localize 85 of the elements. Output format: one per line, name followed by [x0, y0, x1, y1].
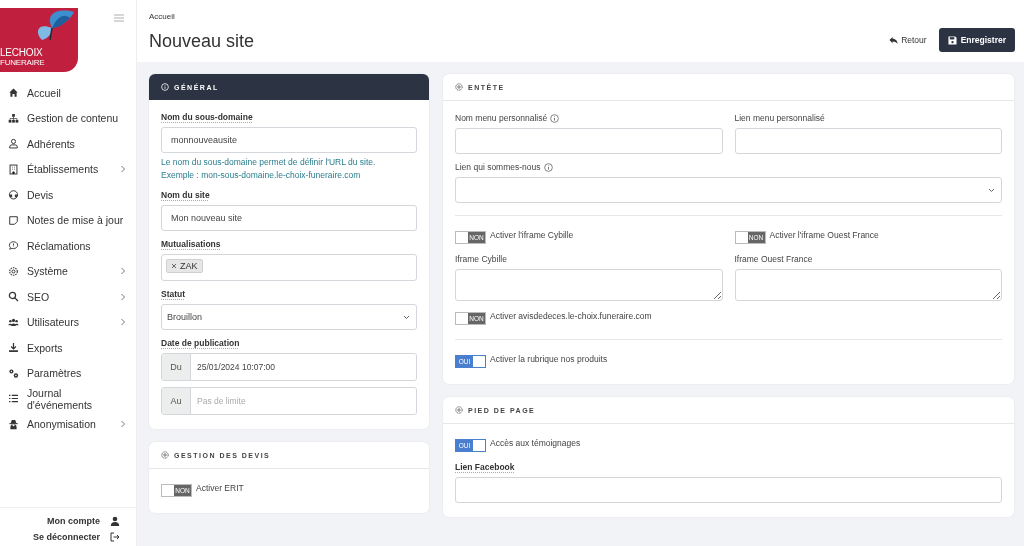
headset-icon [8, 189, 19, 201]
sidebar-item[interactable]: Devis [0, 182, 136, 208]
info-icon [543, 162, 553, 172]
chevron-right-icon [120, 292, 126, 301]
toggle-label: Activer avisdedeces.le-choix.funeraire.com [490, 311, 652, 321]
text-area[interactable] [734, 269, 1002, 301]
chevron-down-icon [403, 314, 410, 320]
chevron-right-icon [120, 267, 126, 276]
select-field[interactable] [455, 177, 1002, 203]
account-link[interactable]: Mon compte [47, 516, 120, 526]
field-label: Iframe Cybille [455, 254, 508, 264]
select-field[interactable]: Brouillon [161, 304, 417, 330]
text-field[interactable]: monnouveausite [161, 127, 417, 153]
toggle-label: Activer la rubrique nos produits [490, 354, 608, 364]
breadcrumb[interactable]: Accueil [149, 12, 255, 21]
back-button[interactable]: Retour [889, 35, 927, 45]
sidebar-item[interactable]: Paramètres [0, 360, 136, 386]
field-label: Statut [161, 289, 187, 299]
sidebar-item[interactable]: Journal d'événements [0, 386, 136, 412]
sitemap-icon [8, 112, 19, 124]
menu-icon[interactable] [114, 14, 124, 22]
text-field[interactable] [455, 128, 723, 154]
gear-icon [455, 406, 463, 414]
field-label: Date de publication [161, 338, 241, 348]
reply-arrow-icon [889, 35, 899, 45]
help-text: Le nom du sous-domaine permet de définir l'URL du site. [161, 156, 377, 169]
sidebar-item[interactable]: Système [0, 258, 136, 284]
field-label: Nom du site [161, 190, 211, 200]
note-icon [8, 214, 19, 226]
download-icon [8, 342, 19, 354]
sidebar-item[interactable]: SEO [0, 284, 136, 310]
logout-icon [110, 532, 120, 542]
sidebar-item[interactable]: Établissements [0, 156, 136, 182]
field-label: Nom du sous-domaine [161, 112, 254, 122]
tag-chip[interactable]: ZAK [166, 259, 203, 273]
chevron-right-icon [120, 420, 126, 429]
sidebar-item[interactable]: Accueil [0, 80, 136, 106]
logout-link[interactable]: Se déconnecter [32, 532, 120, 542]
gear-icon [8, 265, 19, 277]
gears-icon [8, 367, 19, 379]
chevron-right-icon [120, 165, 126, 174]
info-icon [161, 83, 169, 91]
text-field[interactable] [734, 128, 1002, 154]
chevron-right-icon [120, 318, 126, 327]
chevron-down-icon [988, 187, 995, 193]
text-area[interactable] [455, 269, 723, 301]
info-icon [550, 113, 560, 123]
date-field[interactable]: Du 25/01/2024 10:07:00 [161, 353, 417, 381]
sidebar-item[interactable]: Réclamations [0, 233, 136, 259]
sidebar-item[interactable]: Notes de mise à jour [0, 207, 136, 233]
user-icon [8, 138, 19, 150]
field-label: Mutualisations [161, 239, 222, 249]
field-label: Iframe Ouest France [734, 254, 814, 264]
tag-field[interactable]: ZAK [161, 254, 417, 281]
sidebar-item[interactable]: Exports [0, 335, 136, 361]
toggle-label: Activer l'iframe Ouest France [769, 230, 879, 240]
users-icon [8, 316, 19, 328]
list-icon [8, 393, 19, 405]
field-label: Lien qui sommes-nous [455, 162, 1002, 172]
remove-icon[interactable] [171, 263, 177, 269]
field-label: Lien Facebook [455, 462, 516, 472]
date-field[interactable]: Au Pas de limite [161, 387, 417, 415]
sidebar-item[interactable]: Utilisateurs [0, 309, 136, 335]
text-field[interactable] [455, 477, 1002, 503]
spy-icon [8, 418, 19, 430]
user-icon [110, 516, 120, 526]
toggle-label: Activer ERIT [196, 483, 244, 493]
comment-icon [8, 240, 19, 252]
gear-icon [455, 83, 463, 91]
text-field[interactable]: Mon nouveau site [161, 205, 417, 231]
home-icon [8, 87, 19, 99]
sidebar-item[interactable]: Anonymisation [0, 411, 136, 437]
sidebar-item[interactable]: Gestion de contenu [0, 105, 136, 131]
field-label: Nom menu personnalisé [455, 113, 723, 123]
search-icon [8, 291, 19, 303]
page-title: Nouveau site [149, 31, 255, 52]
building-icon [8, 163, 19, 175]
help-text: Exemple : mon-sous-domaine.le-choix-funeraire.com [161, 169, 362, 182]
save-button[interactable]: Enregistrer [938, 28, 1015, 52]
gear-icon [161, 451, 169, 459]
field-label: Lien menu personnalisé [734, 113, 826, 123]
toggle-label: Activer l'iframe Cybille [490, 230, 574, 240]
toggle-label: Accès aux témoignages [490, 438, 581, 448]
logo[interactable]: LECHOIX FUNERAIRE [0, 8, 78, 72]
sidebar-item[interactable]: Adhérents [0, 131, 136, 157]
